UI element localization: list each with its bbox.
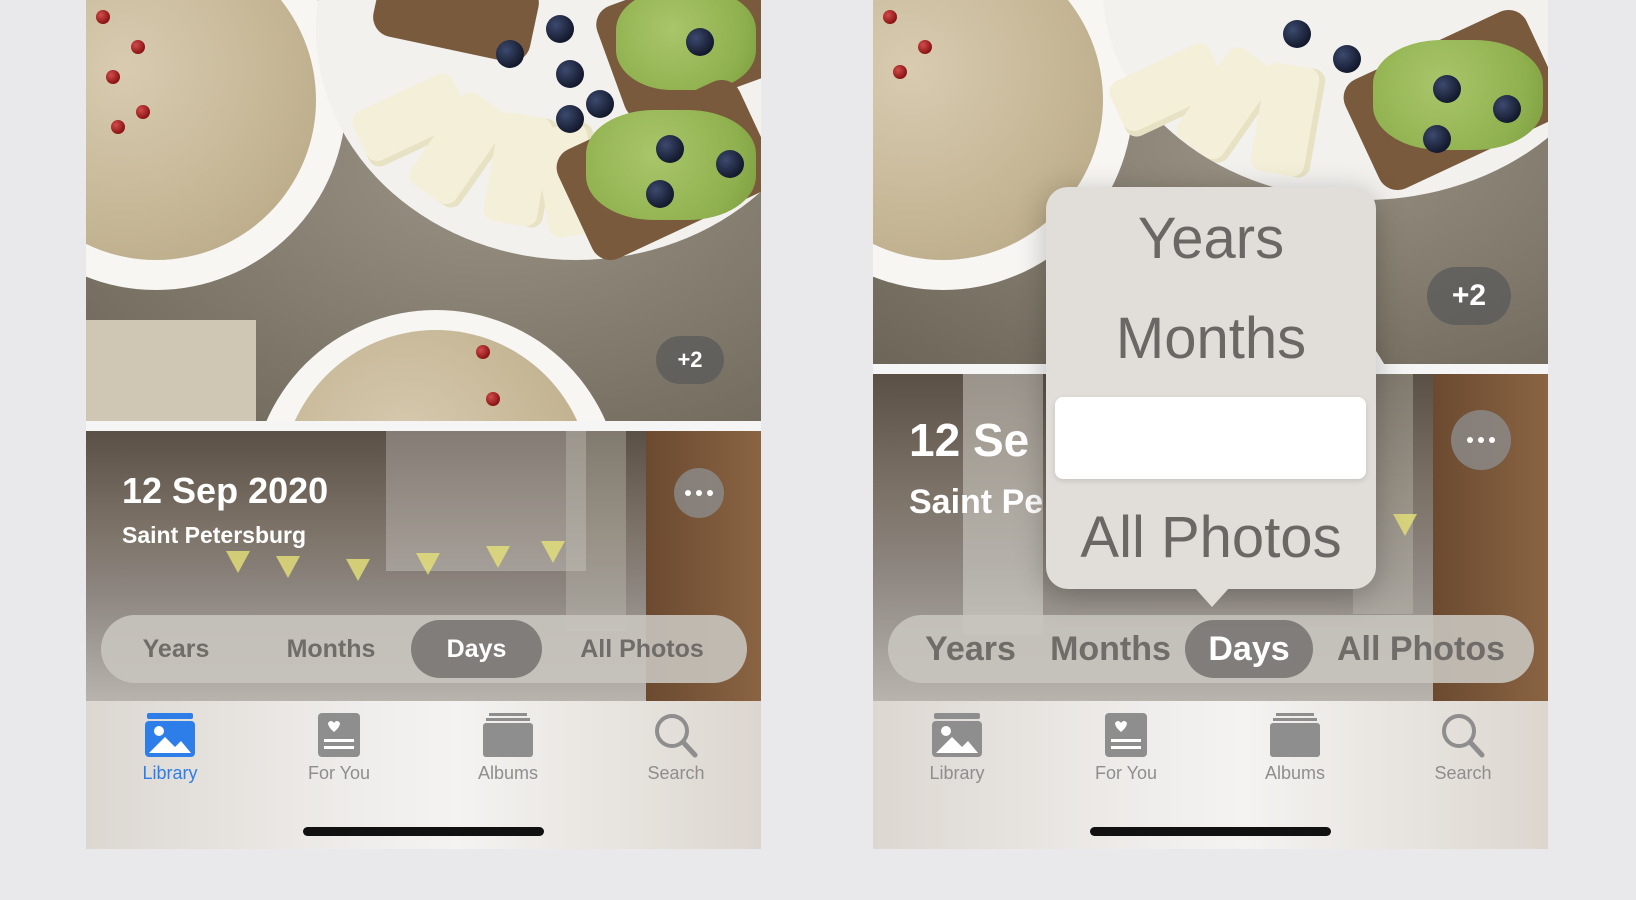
albums-icon	[479, 711, 537, 759]
albums-icon	[1266, 711, 1324, 759]
redcurrant	[486, 392, 500, 406]
redcurrant	[476, 345, 490, 359]
redcurrant	[106, 70, 120, 84]
ellipsis-icon[interactable]	[1451, 410, 1511, 470]
tab-search[interactable]: Search	[616, 711, 736, 784]
moment-location: Saint Petersburg	[122, 522, 307, 548]
home-indicator	[303, 827, 544, 836]
blueberry	[586, 90, 614, 118]
tab-albums[interactable]: Albums	[1235, 711, 1355, 784]
for-you-icon	[310, 711, 368, 759]
tab-search[interactable]: Search	[1403, 711, 1523, 784]
tab-search-label: Search	[1434, 763, 1492, 783]
tab-albums-label: Albums	[477, 763, 539, 783]
bunting-flag	[226, 551, 250, 573]
segment-years[interactable]: Years	[908, 615, 1033, 683]
segment-magnifier-popover: Years Months All Photos	[1046, 187, 1376, 607]
redcurrant	[96, 10, 110, 24]
redcurrant	[111, 120, 125, 134]
search-icon	[1434, 711, 1492, 759]
blueberry	[496, 40, 524, 68]
tab-albums[interactable]: Albums	[448, 711, 568, 784]
segment-days[interactable]: Days	[411, 615, 542, 683]
bunting-flag	[541, 541, 565, 563]
segment-all-photos[interactable]: All Photos	[547, 615, 737, 683]
redcurrant	[136, 105, 150, 119]
segment-months[interactable]: Months	[1038, 615, 1183, 683]
more-photos-badge[interactable]: +2	[1427, 267, 1511, 325]
tab-for-you-label: For You	[1094, 763, 1158, 783]
blueberry	[1493, 95, 1521, 123]
view-segmented-control: Years Months Days All Photos	[101, 615, 747, 683]
moment-date-title: 12 Se	[909, 414, 1030, 466]
library-photos-icon	[141, 711, 199, 759]
redcurrant	[893, 65, 907, 79]
tab-library[interactable]: Library	[110, 711, 230, 784]
bunting-flag	[276, 556, 300, 578]
blueberry	[1433, 75, 1461, 103]
phone-screen-right: +2 12 Se Saint Pe Years Months Days All …	[873, 0, 1548, 849]
blueberry	[556, 60, 584, 88]
tab-bar: Library For You Albums Search	[86, 701, 761, 849]
photo-divider	[86, 421, 761, 431]
bunting-flag	[346, 559, 370, 581]
bunting-flag	[416, 553, 440, 575]
segment-all-photos[interactable]: All Photos	[1316, 615, 1526, 683]
more-photos-badge[interactable]: +2	[656, 336, 724, 384]
popover-item-years[interactable]: Years	[1046, 205, 1376, 272]
blueberry	[656, 135, 684, 163]
popover-item-all-photos[interactable]: All Photos	[1046, 504, 1376, 571]
view-segmented-control: Years Months Days All Photos	[888, 615, 1534, 683]
popover-highlighted-item[interactable]	[1055, 397, 1366, 479]
blueberry	[646, 180, 674, 208]
blueberry	[1423, 125, 1451, 153]
segment-months[interactable]: Months	[256, 615, 406, 683]
redcurrant	[131, 40, 145, 54]
tab-bar: Library For You Albums Search	[873, 701, 1548, 849]
popover-item-months[interactable]: Months	[1046, 305, 1376, 372]
moment-date-title: 12 Sep 2020	[122, 470, 329, 511]
bunting-flag	[1393, 514, 1417, 536]
bunting-flag	[486, 546, 510, 568]
redcurrant	[883, 10, 897, 24]
segment-years[interactable]: Years	[111, 615, 241, 683]
photo-thumbnail-breakfast[interactable]: +2	[86, 0, 761, 421]
home-indicator	[1090, 827, 1331, 836]
napkin	[86, 320, 256, 421]
blueberry	[546, 15, 574, 43]
for-you-icon	[1097, 711, 1155, 759]
tab-albums-label: Albums	[1264, 763, 1326, 783]
blueberry	[556, 105, 584, 133]
tab-for-you[interactable]: For You	[1066, 711, 1186, 784]
search-icon	[647, 711, 705, 759]
tab-search-label: Search	[647, 763, 705, 783]
popover-arrow	[1194, 587, 1230, 607]
ellipsis-icon[interactable]	[674, 468, 724, 518]
library-photos-icon	[928, 711, 986, 759]
moment-location: Saint Pe	[909, 483, 1044, 521]
tab-for-you[interactable]: For You	[279, 711, 399, 784]
phone-screen-left: +2 12 Sep 2020 Saint Petersburg Years Mo…	[86, 0, 761, 849]
segment-days[interactable]: Days	[1185, 615, 1313, 683]
blueberry	[686, 28, 714, 56]
blueberry	[1283, 20, 1311, 48]
tab-library-label: Library	[142, 763, 198, 783]
blueberry	[716, 150, 744, 178]
tab-library-label: Library	[929, 763, 985, 783]
tab-for-you-label: For You	[307, 763, 371, 783]
redcurrant	[918, 40, 932, 54]
tab-library[interactable]: Library	[897, 711, 1017, 784]
blueberry	[1333, 45, 1361, 73]
window-frame	[566, 431, 626, 631]
